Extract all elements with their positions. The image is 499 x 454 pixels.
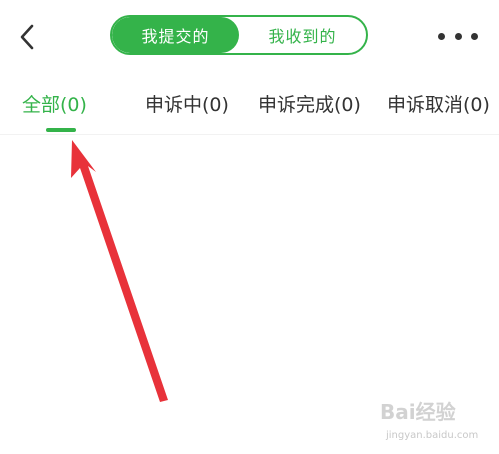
red-arrow-annotation: [71, 140, 168, 402]
watermark-url: jingyan.baidu.com: [386, 430, 479, 441]
watermark-logo: Bai经验: [380, 400, 456, 424]
watermark: Bai经验 jingyan.baidu.com: [380, 396, 490, 448]
